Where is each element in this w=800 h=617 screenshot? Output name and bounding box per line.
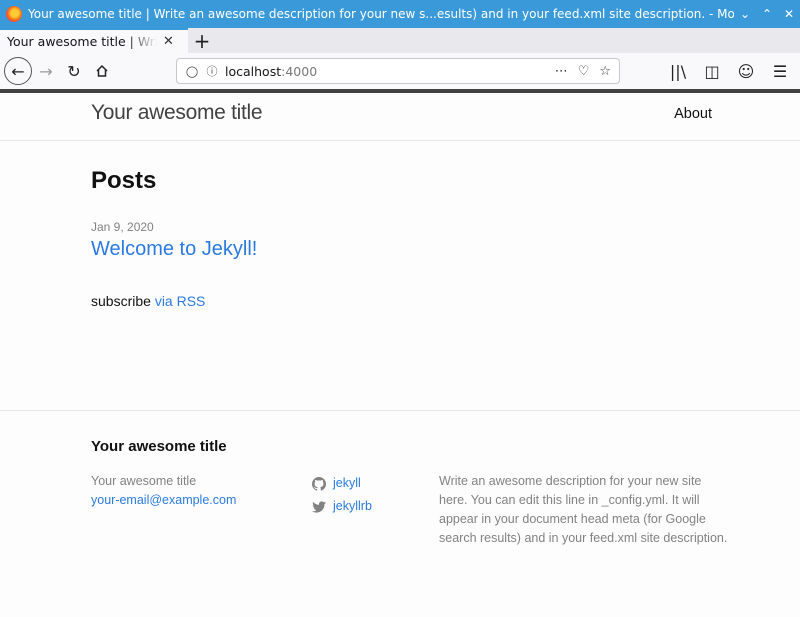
post-date: Jan 9, 2020 [91, 220, 154, 234]
minimize-icon[interactable]: ⌄ [734, 7, 756, 21]
url-bar[interactable]: ◯ ⓘ localhost:4000 ⋯ ♡ ☆ [176, 58, 620, 84]
post-title-link[interactable]: Welcome to Jekyll! [91, 238, 257, 261]
footer-name: Your awesome title [91, 474, 197, 488]
menu-icon[interactable]: ☰ [766, 57, 794, 85]
new-tab-button[interactable]: + [188, 28, 216, 53]
footer-description: Write an awesome description for your ne… [439, 474, 728, 545]
footer-email-link[interactable]: your-email@example.com [91, 491, 236, 510]
nav-toolbar: ← → ↻ ◯ ⓘ localhost:4000 ⋯ ♡ ☆ ||\ ◫ ☺ ☰ [0, 53, 800, 90]
url-actions: ⋯ ♡ ☆ [555, 64, 619, 79]
twitter-link[interactable]: jekyllrb [312, 495, 372, 518]
site-header: Your awesome title About [0, 93, 800, 141]
github-link[interactable]: jekyll [312, 472, 372, 495]
bookmark-star-icon[interactable]: ☆ [599, 64, 611, 79]
footer-social: jekyll jekyllrb [312, 472, 372, 518]
more-actions-icon[interactable]: ⋯ [555, 64, 568, 79]
pocket-icon[interactable]: ♡ [578, 64, 590, 79]
main-content: Posts Jan 9, 2020 Welcome to Jekyll! sub… [0, 141, 800, 409]
github-icon [312, 476, 326, 491]
tab-active[interactable]: Your awesome title | Write an awesome de… [0, 28, 188, 53]
window-titlebar: Your awesome title | Write an awesome de… [0, 0, 800, 28]
tab-strip: Your awesome title | Write an awesome de… [0, 28, 800, 53]
rss-link[interactable]: via RSS [155, 293, 206, 309]
subscribe-text: subscribe [91, 293, 151, 309]
account-icon[interactable]: ☺ [732, 57, 760, 85]
twitter-username: jekyllrb [333, 499, 372, 513]
window-title: Your awesome title | Write an awesome de… [28, 7, 734, 21]
home-icon [96, 64, 108, 77]
tab-title: Your awesome title | Write an awesome de… [7, 34, 157, 49]
nav-about-link[interactable]: About [674, 106, 712, 122]
reload-button[interactable]: ↻ [60, 57, 88, 85]
back-button[interactable]: ← [4, 57, 32, 85]
close-window-icon[interactable]: ✕ [778, 7, 800, 21]
info-icon[interactable]: ⓘ [203, 63, 221, 79]
page-content: Your awesome title About Posts Jan 9, 20… [0, 93, 800, 617]
footer-heading: Your awesome title [91, 438, 227, 455]
site-footer: Your awesome title Your awesome title yo… [0, 410, 800, 617]
library-icon[interactable]: ||\ [664, 57, 692, 85]
github-username: jekyll [333, 476, 361, 490]
footer-contact: Your awesome title your-email@example.co… [91, 472, 236, 510]
firefox-logo-icon [6, 6, 22, 22]
sidebar-icon[interactable]: ◫ [698, 57, 726, 85]
twitter-icon [312, 500, 326, 513]
home-button[interactable] [88, 57, 116, 85]
url-host: localhost [225, 63, 282, 79]
toolbar-right: ||\ ◫ ☺ ☰ [664, 57, 794, 85]
subscribe-line: subscribe via RSS [91, 293, 205, 309]
site-title[interactable]: Your awesome title [91, 101, 263, 125]
shield-icon[interactable]: ◯ [181, 65, 203, 78]
posts-heading: Posts [91, 167, 157, 194]
maximize-icon[interactable]: ⌃ [756, 7, 778, 21]
url-port: :4000 [281, 63, 318, 79]
forward-button[interactable]: → [32, 57, 60, 85]
tab-close-icon[interactable]: ✕ [163, 34, 174, 49]
